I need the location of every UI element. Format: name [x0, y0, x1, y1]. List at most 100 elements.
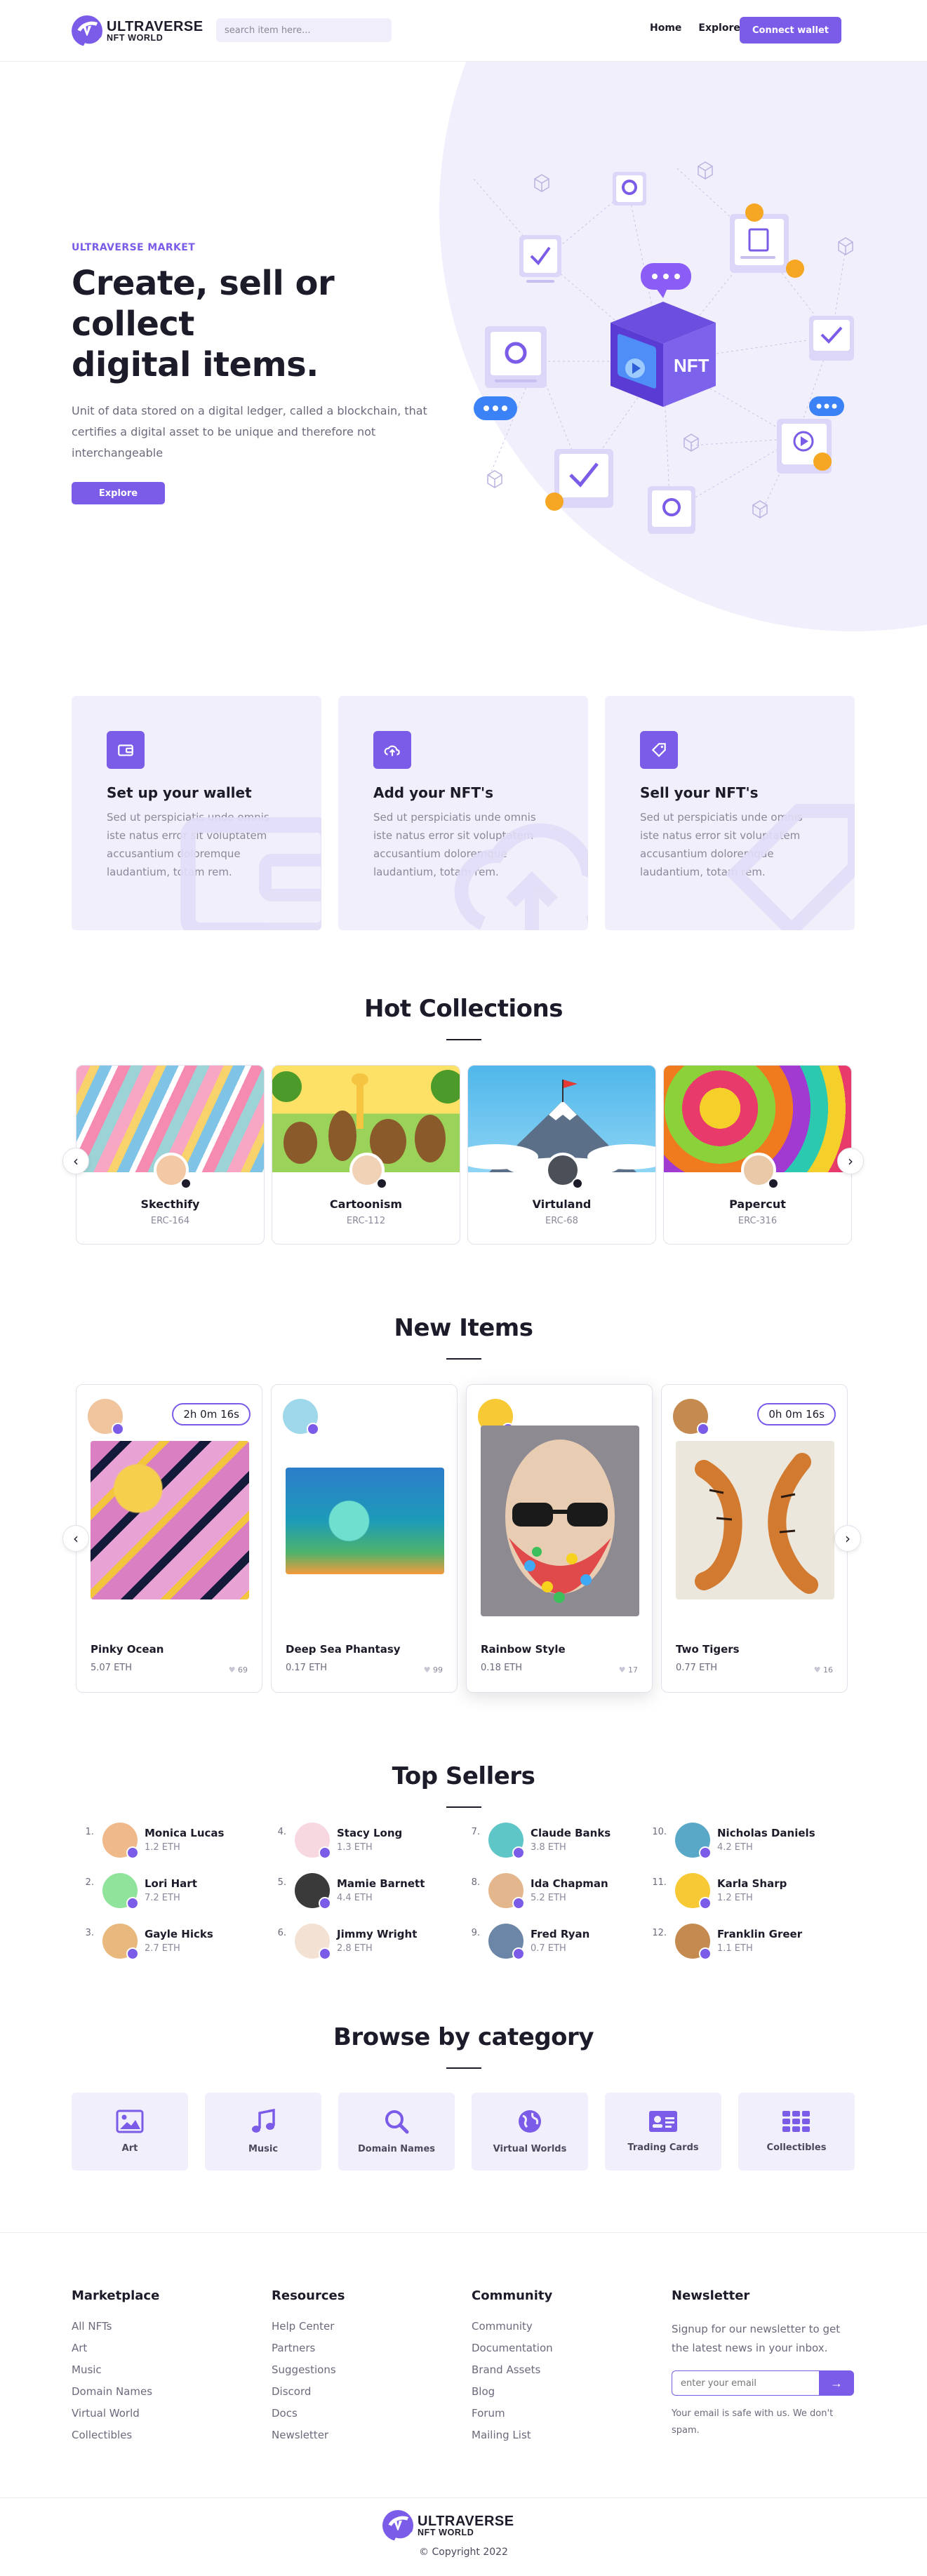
footer-link[interactable]: Partners: [272, 2342, 345, 2355]
hero-nft-illustration: NFT: [473, 161, 854, 534]
footer-logo[interactable]: ULTRAVERSE NFT WORLD: [382, 2510, 514, 2541]
seller-volume: 2.8 ETH: [337, 1943, 373, 1954]
category-trading-cards[interactable]: Trading Cards: [605, 2093, 721, 2171]
footer-heading: Newsletter: [672, 2288, 750, 2303]
nft-image[interactable]: [91, 1441, 249, 1599]
collection-name: Skecthify: [140, 1198, 200, 1211]
new-items-next-button[interactable]: ›: [834, 1525, 861, 1552]
seller-item[interactable]: 2. Lori Hart 7.2 ETH: [77, 1873, 267, 1915]
nft-price: 0.17 ETH: [286, 1663, 328, 1673]
footer-link[interactable]: Help Center: [272, 2320, 345, 2333]
seller-name[interactable]: Gayle Hicks: [145, 1928, 213, 1940]
footer-link[interactable]: Community: [472, 2320, 553, 2333]
collection-card[interactable]: Cartoonism ERC-112: [272, 1065, 460, 1245]
footer-link[interactable]: Blog: [472, 2385, 553, 2399]
seller-rank: 8.: [471, 1877, 480, 1888]
collections-prev-button[interactable]: ‹: [62, 1148, 89, 1174]
nft-item-card[interactable]: 2h 0m 16s Pinky Ocean 5.07 ETH ♥ 69: [76, 1384, 262, 1693]
hero-description: Unit of data stored on a digital ledger,…: [72, 404, 427, 459]
seller-item[interactable]: 5. Mamie Barnett 4.4 ETH: [269, 1873, 459, 1915]
like-count[interactable]: ♥ 16: [814, 1665, 833, 1675]
seller-item[interactable]: 10. Nicholas Daniels 4.2 ETH: [650, 1823, 839, 1865]
seller-name[interactable]: Claude Banks: [531, 1827, 611, 1839]
footer-link[interactable]: Newsletter: [272, 2429, 345, 2442]
category-domain-names[interactable]: Domain Names: [338, 2093, 455, 2171]
nft-name[interactable]: Rainbow Style: [481, 1643, 566, 1656]
nav-home[interactable]: Home: [650, 22, 681, 34]
like-count[interactable]: ♥ 17: [619, 1665, 638, 1675]
seller-name[interactable]: Monica Lucas: [145, 1827, 224, 1839]
seller-item[interactable]: 3. Gayle Hicks 2.7 ETH: [77, 1924, 267, 1966]
footer-link[interactable]: Mailing List: [472, 2429, 553, 2442]
nav-explore[interactable]: Explore: [698, 22, 740, 34]
footer-link[interactable]: Forum: [472, 2407, 553, 2420]
like-count-value: 69: [238, 1665, 248, 1675]
seller-name[interactable]: Franklin Greer: [717, 1928, 802, 1940]
nft-name[interactable]: Deep Sea Phantasy: [286, 1643, 401, 1656]
seller-name[interactable]: Fred Ryan: [531, 1928, 589, 1940]
new-items-prev-button[interactable]: ‹: [62, 1525, 89, 1552]
seller-volume: 4.2 ETH: [717, 1842, 753, 1853]
nft-image[interactable]: [676, 1441, 834, 1599]
footer-link[interactable]: Collectibles: [72, 2429, 159, 2442]
footer-link[interactable]: Domain Names: [72, 2385, 159, 2399]
collection-card[interactable]: Skecthify ERC-164: [76, 1065, 265, 1245]
footer-link[interactable]: Music: [72, 2363, 159, 2377]
seller-item[interactable]: 4. Stacy Long 1.3 ETH: [269, 1823, 459, 1865]
footer-link[interactable]: Discord: [272, 2385, 345, 2399]
seller-name[interactable]: Mamie Barnett: [337, 1877, 425, 1890]
category-virtual-worlds[interactable]: Virtual Worlds: [472, 2093, 588, 2171]
feature-card-sell-nft: Sell your NFT's Sed ut perspiciatis unde…: [605, 696, 855, 930]
category-label: Music: [248, 2144, 279, 2154]
category-art[interactable]: Art: [72, 2093, 188, 2171]
search-input[interactable]: [216, 18, 392, 42]
arrow-right-icon: →: [830, 2375, 843, 2390]
seller-item[interactable]: 6. Jimmy Wright 2.8 ETH: [269, 1924, 459, 1966]
collections-next-button[interactable]: ›: [837, 1148, 864, 1174]
nft-name[interactable]: Two Tigers: [676, 1643, 740, 1656]
like-count[interactable]: ♥ 99: [424, 1665, 443, 1675]
seller-name[interactable]: Lori Hart: [145, 1877, 197, 1890]
verified-check-icon: [180, 1178, 192, 1189]
nft-item-card[interactable]: Rainbow Style 0.18 ETH ♥ 17: [466, 1384, 653, 1693]
newsletter-submit-button[interactable]: →: [819, 2370, 854, 2396]
new-items-title: New Items: [394, 1314, 533, 1342]
like-count[interactable]: ♥ 69: [229, 1665, 248, 1675]
seller-item[interactable]: 8. Ida Chapman 5.2 ETH: [463, 1873, 653, 1915]
seller-item[interactable]: 11. Karla Sharp 1.2 ETH: [650, 1873, 839, 1915]
seller-item[interactable]: 9. Fred Ryan 0.7 ETH: [463, 1924, 653, 1966]
nft-item-card[interactable]: Deep Sea Phantasy 0.17 ETH ♥ 99: [271, 1384, 458, 1693]
seller-volume: 4.4 ETH: [337, 1893, 373, 1903]
nft-image[interactable]: [481, 1425, 639, 1616]
collection-card[interactable]: Virtuland ERC-68: [467, 1065, 656, 1245]
footer-link[interactable]: Suggestions: [272, 2363, 345, 2377]
category-collectibles[interactable]: Collectibles: [738, 2093, 855, 2171]
collection-card[interactable]: Papercut ERC-316: [663, 1065, 852, 1245]
seller-name[interactable]: Stacy Long: [337, 1827, 402, 1839]
footer-link[interactable]: Docs: [272, 2407, 345, 2420]
footer-link[interactable]: All NFTs: [72, 2320, 159, 2333]
seller-name[interactable]: Nicholas Daniels: [717, 1827, 815, 1839]
footer-link[interactable]: Virtual World: [72, 2407, 159, 2420]
seller-item[interactable]: 12. Franklin Greer 1.1 ETH: [650, 1924, 839, 1966]
verified-check-icon: [126, 1846, 139, 1859]
seller-name[interactable]: Jimmy Wright: [337, 1928, 417, 1940]
seller-item[interactable]: 7. Claude Banks 3.8 ETH: [463, 1823, 653, 1865]
footer-link[interactable]: Art: [72, 2342, 159, 2355]
explore-button[interactable]: Explore: [72, 482, 165, 504]
seller-name[interactable]: Karla Sharp: [717, 1877, 787, 1890]
nft-image[interactable]: [286, 1468, 444, 1574]
feature-card-wallet: Set up your wallet Sed ut perspiciatis u…: [72, 696, 321, 930]
collection-code: ERC-316: [738, 1216, 778, 1226]
brand-logo[interactable]: ULTRAVERSE NFT WORLD: [72, 15, 204, 46]
nft-name[interactable]: Pinky Ocean: [91, 1643, 164, 1656]
category-music[interactable]: Music: [205, 2093, 321, 2171]
footer-link[interactable]: Brand Assets: [472, 2363, 553, 2377]
newsletter-email-input[interactable]: [672, 2370, 819, 2396]
seller-item[interactable]: 1. Monica Lucas 1.2 ETH: [77, 1823, 267, 1865]
footer-link[interactable]: Documentation: [472, 2342, 553, 2355]
seller-name[interactable]: Ida Chapman: [531, 1877, 608, 1890]
connect-wallet-button[interactable]: Connect wallet: [740, 17, 841, 43]
footer-heading: Resources: [272, 2288, 345, 2303]
nft-item-card[interactable]: 0h 0m 16s Two Tigers 0.77 ETH ♥ 16: [661, 1384, 848, 1693]
